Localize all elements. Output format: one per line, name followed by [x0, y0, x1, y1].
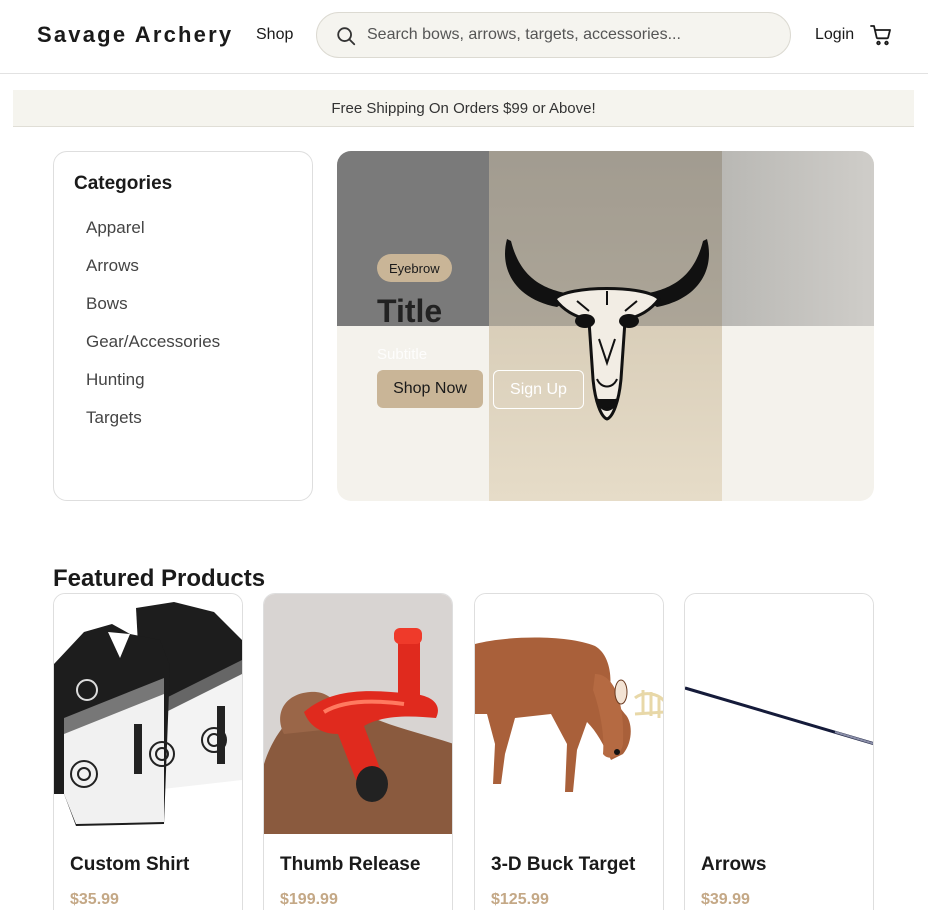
- category-item-bows[interactable]: Bows: [86, 294, 220, 332]
- search-input[interactable]: [367, 13, 777, 57]
- product-card-custom-shirt[interactable]: Custom Shirt $35.99: [53, 593, 243, 910]
- categories-panel: Categories Apparel Arrows Bows Gear/Acce…: [53, 151, 313, 501]
- hero-title: Title: [377, 293, 443, 329]
- search-bar[interactable]: [316, 12, 791, 58]
- product-image-buck-target: [475, 594, 663, 834]
- product-name: Arrows: [701, 854, 767, 875]
- product-name: Custom Shirt: [70, 854, 190, 875]
- category-item-arrows[interactable]: Arrows: [86, 256, 220, 294]
- featured-products-title: Featured Products: [53, 565, 266, 592]
- category-item-hunting[interactable]: Hunting: [86, 370, 220, 408]
- product-image-shirt: [54, 594, 242, 834]
- product-price: $199.99: [280, 891, 338, 908]
- hero-section: Eyebrow Title Subtitle Shop Now Sign Up: [337, 151, 874, 501]
- product-card-thumb-release[interactable]: Thumb Release $199.99: [263, 593, 453, 910]
- categories-list: Apparel Arrows Bows Gear/Accessories Hun…: [86, 218, 220, 446]
- category-item-apparel[interactable]: Apparel: [86, 218, 220, 256]
- product-price: $35.99: [70, 891, 119, 908]
- hero-subtitle: Subtitle: [377, 346, 428, 363]
- site-header: Savage Archery Shop Login: [0, 0, 928, 74]
- login-link[interactable]: Login: [815, 26, 854, 44]
- hero-overlay: [722, 151, 874, 326]
- product-price: $125.99: [491, 891, 549, 908]
- cart-icon[interactable]: [869, 23, 893, 47]
- product-image-arrows: [685, 594, 873, 834]
- shop-now-button[interactable]: Shop Now: [377, 370, 483, 408]
- nav-shop-link[interactable]: Shop: [256, 26, 293, 44]
- product-name: Thumb Release: [280, 854, 421, 875]
- site-logo[interactable]: Savage Archery: [37, 22, 233, 48]
- product-card-3d-buck-target[interactable]: 3-D Buck Target $125.99: [474, 593, 664, 910]
- category-item-gear-accessories[interactable]: Gear/Accessories: [86, 332, 220, 370]
- categories-title: Categories: [74, 173, 173, 194]
- product-price: $39.99: [701, 891, 750, 908]
- product-name: 3-D Buck Target: [491, 854, 636, 875]
- search-icon: [337, 27, 356, 46]
- hero-eyebrow-badge: Eyebrow: [377, 254, 452, 282]
- product-image-thumb-release: [264, 594, 452, 834]
- promo-banner-text: Free Shipping On Orders $99 or Above!: [331, 99, 596, 117]
- promo-banner: Free Shipping On Orders $99 or Above!: [13, 90, 914, 127]
- sign-up-button[interactable]: Sign Up: [493, 370, 584, 409]
- category-item-targets[interactable]: Targets: [86, 408, 220, 446]
- product-card-arrows[interactable]: Arrows $39.99: [684, 593, 874, 910]
